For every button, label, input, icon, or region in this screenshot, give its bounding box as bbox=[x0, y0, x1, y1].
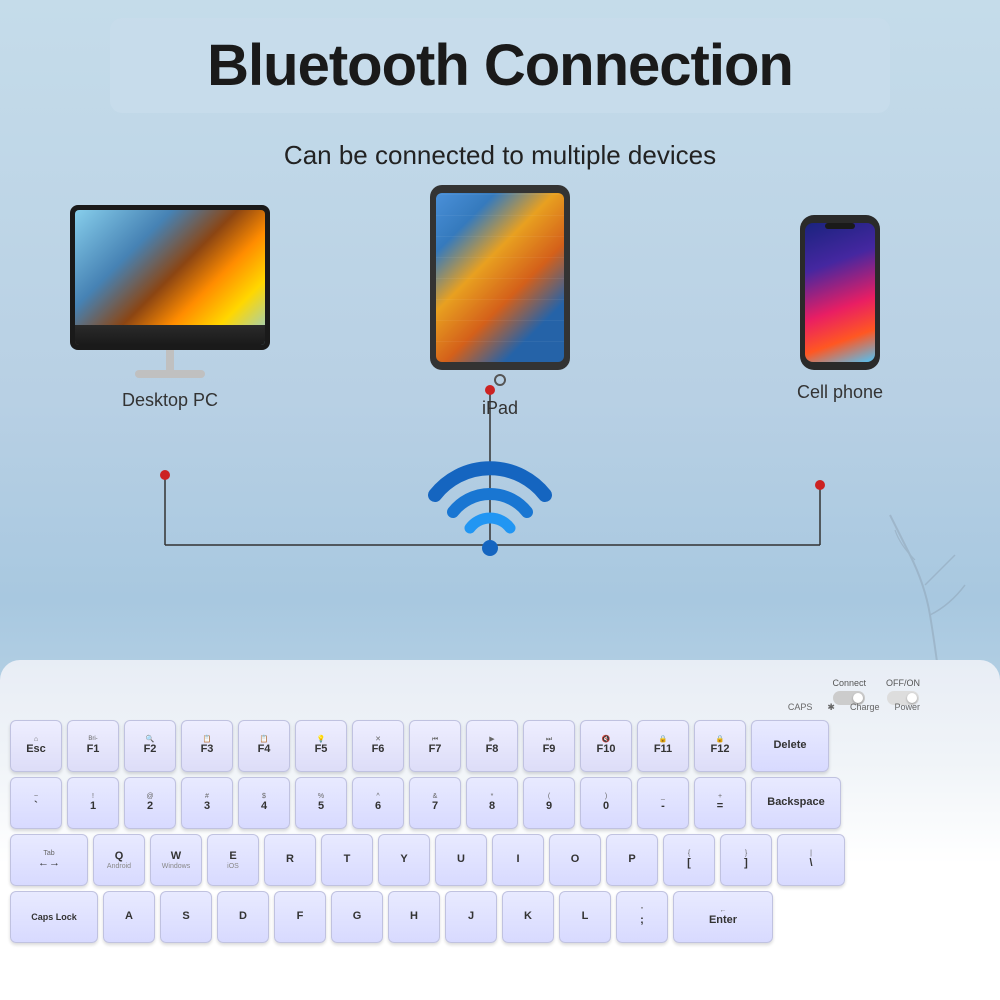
key-rbracket[interactable]: }] bbox=[720, 834, 772, 886]
key-f6[interactable]: ✕F6 bbox=[352, 720, 404, 772]
key-f11[interactable]: 🔒F11 bbox=[637, 720, 689, 772]
key-2[interactable]: @2 bbox=[124, 777, 176, 829]
phone-label: Cell phone bbox=[780, 382, 900, 403]
key-enter[interactable]: ←Enter bbox=[673, 891, 773, 943]
key-f[interactable]: F bbox=[274, 891, 326, 943]
key-backspace[interactable]: Backspace bbox=[751, 777, 841, 829]
key-l[interactable]: L bbox=[559, 891, 611, 943]
key-h[interactable]: H bbox=[388, 891, 440, 943]
key-f5[interactable]: 💡F5 bbox=[295, 720, 347, 772]
key-backslash[interactable]: |\ bbox=[777, 834, 845, 886]
key-k[interactable]: K bbox=[502, 891, 554, 943]
device-phone: Cell phone bbox=[780, 215, 900, 403]
keyboard-keys: ⌂Esc Bri-F1 🔍F2 📋F3 📋F4 💡F5 ✕F6 ⏮F7 ▶F8 … bbox=[10, 720, 990, 948]
monitor-stand bbox=[166, 350, 174, 370]
ipad-screen bbox=[436, 193, 564, 362]
desktop-label: Desktop PC bbox=[60, 390, 280, 411]
branch-decoration bbox=[880, 485, 1000, 685]
key-j[interactable]: J bbox=[445, 891, 497, 943]
monitor-screen bbox=[75, 210, 265, 345]
key-y[interactable]: Y bbox=[378, 834, 430, 886]
key-d[interactable]: D bbox=[217, 891, 269, 943]
key-f9[interactable]: ⏭F9 bbox=[523, 720, 575, 772]
key-f8[interactable]: ▶F8 bbox=[466, 720, 518, 772]
key-f12[interactable]: 🔒F12 bbox=[694, 720, 746, 772]
charge-indicator: Charge bbox=[850, 702, 880, 713]
connect-group: Connect bbox=[832, 678, 866, 705]
key-f2[interactable]: 🔍F2 bbox=[124, 720, 176, 772]
key-f10[interactable]: 🔇F10 bbox=[580, 720, 632, 772]
key-u[interactable]: U bbox=[435, 834, 487, 886]
devices-area: Desktop PC iPad Cell phone bbox=[0, 185, 1000, 645]
monitor-base bbox=[135, 370, 205, 378]
offon-label: OFF/ON bbox=[886, 678, 920, 688]
key-tab[interactable]: Tab←→ bbox=[10, 834, 88, 886]
device-desktop: Desktop PC bbox=[60, 205, 280, 411]
key-6[interactable]: ^6 bbox=[352, 777, 404, 829]
key-o[interactable]: O bbox=[549, 834, 601, 886]
caps-row: CAPS ✱ Charge Power bbox=[788, 702, 920, 713]
bt-indicator: ✱ bbox=[827, 702, 835, 713]
phone-screen bbox=[805, 223, 875, 362]
key-9[interactable]: (9 bbox=[523, 777, 575, 829]
key-tilde[interactable]: ~` bbox=[10, 777, 62, 829]
key-row-qwerty: Tab←→ QAndroid WWindows EiOS R T Y U I O… bbox=[10, 834, 990, 886]
key-semicolon[interactable]: "; bbox=[616, 891, 668, 943]
caps-indicator: CAPS bbox=[788, 702, 813, 713]
ipad-label: iPad bbox=[420, 398, 580, 419]
key-s[interactable]: S bbox=[160, 891, 212, 943]
key-i[interactable]: I bbox=[492, 834, 544, 886]
key-caps-lock[interactable]: Caps Lock bbox=[10, 891, 98, 943]
phone-body bbox=[800, 215, 880, 370]
key-3[interactable]: #3 bbox=[181, 777, 233, 829]
key-esc[interactable]: ⌂Esc bbox=[10, 720, 62, 772]
key-g[interactable]: G bbox=[331, 891, 383, 943]
key-1[interactable]: !1 bbox=[67, 777, 119, 829]
key-equals[interactable]: += bbox=[694, 777, 746, 829]
key-f4[interactable]: 📋F4 bbox=[238, 720, 290, 772]
page-title: Bluetooth Connection bbox=[140, 32, 860, 99]
key-r[interactable]: R bbox=[264, 834, 316, 886]
key-lbracket[interactable]: {[ bbox=[663, 834, 715, 886]
offon-group: OFF/ON bbox=[886, 678, 920, 705]
key-4[interactable]: $4 bbox=[238, 777, 290, 829]
key-t[interactable]: T bbox=[321, 834, 373, 886]
key-f3[interactable]: 📋F3 bbox=[181, 720, 233, 772]
key-8[interactable]: *8 bbox=[466, 777, 518, 829]
subtitle: Can be connected to multiple devices bbox=[0, 140, 1000, 171]
key-f7[interactable]: ⏮F7 bbox=[409, 720, 461, 772]
key-e[interactable]: EiOS bbox=[207, 834, 259, 886]
key-w[interactable]: WWindows bbox=[150, 834, 202, 886]
ipad-body bbox=[430, 185, 570, 370]
key-row-fn: ⌂Esc Bri-F1 🔍F2 📋F3 📋F4 💡F5 ✕F6 ⏮F7 ▶F8 … bbox=[10, 720, 990, 772]
key-delete[interactable]: Delete bbox=[751, 720, 829, 772]
key-0[interactable]: )0 bbox=[580, 777, 632, 829]
title-banner: Bluetooth Connection bbox=[110, 18, 890, 113]
phone-notch bbox=[825, 223, 855, 229]
device-ipad: iPad bbox=[420, 185, 580, 419]
ipad-home-button bbox=[494, 374, 506, 386]
power-indicator: Power bbox=[894, 702, 920, 713]
key-p[interactable]: P bbox=[606, 834, 658, 886]
key-minus[interactable]: _- bbox=[637, 777, 689, 829]
connect-label: Connect bbox=[832, 678, 866, 688]
key-q[interactable]: QAndroid bbox=[93, 834, 145, 886]
key-row-asdf: Caps Lock A S D F G H J K L "; ←Enter bbox=[10, 891, 990, 943]
led-indicators: Connect OFF/ON bbox=[832, 678, 920, 705]
key-a[interactable]: A bbox=[103, 891, 155, 943]
key-7[interactable]: &7 bbox=[409, 777, 461, 829]
key-f1[interactable]: Bri-F1 bbox=[67, 720, 119, 772]
keyboard-section: Connect OFF/ON CAPS ✱ Charge Power ⌂Esc … bbox=[0, 660, 1000, 1000]
monitor bbox=[70, 205, 270, 350]
key-row-numbers: ~` !1 @2 #3 $4 %5 ^6 &7 *8 (9 )0 _- += B… bbox=[10, 777, 990, 829]
key-5[interactable]: %5 bbox=[295, 777, 347, 829]
